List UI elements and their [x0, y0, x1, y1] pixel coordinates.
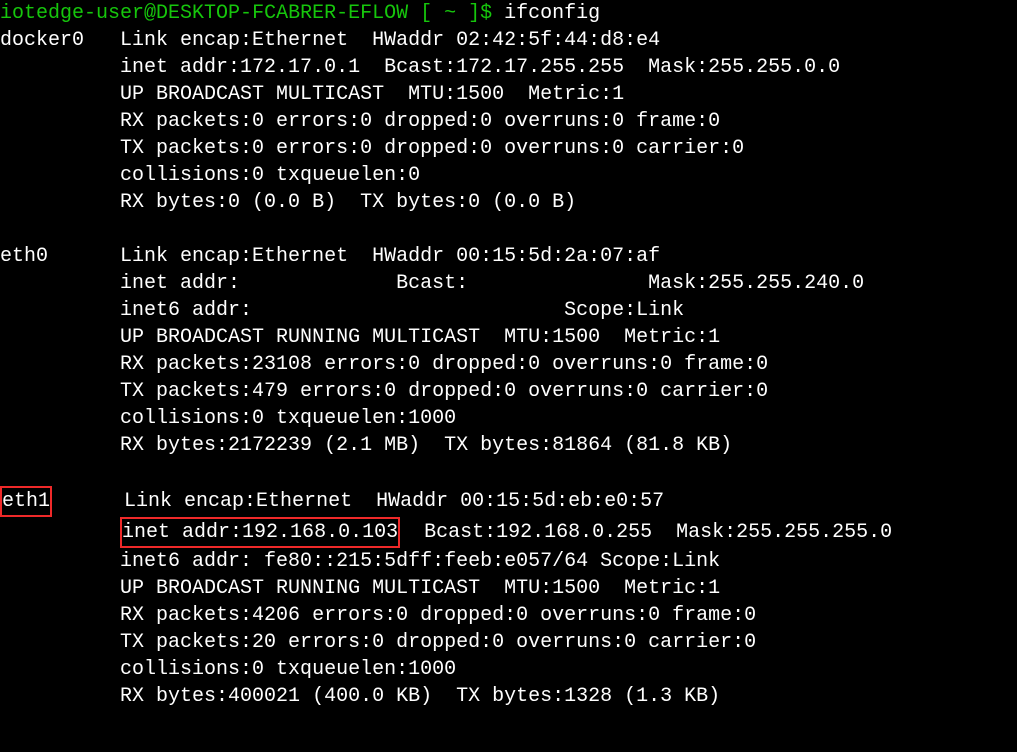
indent: [0, 83, 120, 106]
prompt-dollar: $: [480, 2, 504, 25]
eth0-coll: collisions:0 txqueuelen:1000: [120, 407, 456, 430]
eth0-inet6: inet6 addr: Scope:Link: [120, 299, 684, 322]
eth0-inet: inet addr: Bcast: Mask:255.255.240.0: [120, 272, 864, 295]
prompt-at: @: [144, 2, 156, 25]
indent: [0, 299, 120, 322]
prompt-brackets-end: ]: [456, 2, 480, 25]
docker0-inet: inet addr:172.17.0.1 Bcast:172.17.255.25…: [120, 56, 840, 79]
eth1-inet6: inet6 addr: fe80::215:5dff:feeb:e057/64 …: [120, 550, 720, 573]
eth0-link: Link encap:Ethernet HWaddr 00:15:5d:2a:0…: [120, 245, 660, 268]
indent: [0, 272, 120, 295]
docker0-bytes: RX bytes:0 (0.0 B) TX bytes:0 (0.0 B): [120, 191, 576, 214]
indent: [0, 604, 120, 627]
eth1-inet-addr: inet addr:192.168.0.103: [122, 521, 398, 544]
indent: [0, 550, 120, 573]
eth1-link: Link encap:Ethernet HWaddr 00:15:5d:eb:e…: [124, 490, 664, 513]
docker0-txpkts: TX packets:0 errors:0 dropped:0 overruns…: [120, 137, 744, 160]
eth1-inet-rest: Bcast:192.168.0.255 Mask:255.255.255.0: [400, 521, 892, 544]
indent: [0, 521, 120, 544]
iface-eth0-name: eth0: [0, 245, 48, 268]
indent: [0, 326, 120, 349]
eth0-rxpkts: RX packets:23108 errors:0 dropped:0 over…: [120, 353, 768, 376]
highlight-inet-addr: inet addr:192.168.0.103: [120, 517, 400, 548]
indent: [0, 110, 120, 133]
iface-eth1-name: eth1: [2, 490, 50, 513]
indent: [0, 164, 120, 187]
prompt-path: ~: [444, 2, 456, 25]
eth1-coll: collisions:0 txqueuelen:1000: [120, 658, 456, 681]
indent: [0, 434, 120, 457]
iface-docker0-name: docker0: [0, 29, 84, 52]
terminal-output[interactable]: iotedge-user@DESKTOP-FCABRER-EFLOW [ ~ ]…: [0, 0, 1017, 710]
indent: [0, 631, 120, 654]
eth1-rxpkts: RX packets:4206 errors:0 dropped:0 overr…: [120, 604, 756, 627]
docker0-rxpkts: RX packets:0 errors:0 dropped:0 overruns…: [120, 110, 720, 133]
docker0-coll: collisions:0 txqueuelen:0: [120, 164, 420, 187]
eth0-txpkts: TX packets:479 errors:0 dropped:0 overru…: [120, 380, 768, 403]
indent: [0, 577, 120, 600]
eth0-status: UP BROADCAST RUNNING MULTICAST MTU:1500 …: [120, 326, 720, 349]
indent: [0, 137, 120, 160]
docker0-link: Link encap:Ethernet HWaddr 02:42:5f:44:d…: [120, 29, 660, 52]
indent: [0, 191, 120, 214]
docker0-status: UP BROADCAST MULTICAST MTU:1500 Metric:1: [120, 83, 624, 106]
indent: [0, 353, 120, 376]
highlight-interface-name: eth1: [0, 486, 52, 517]
indent: [0, 407, 120, 430]
eth1-status: UP BROADCAST RUNNING MULTICAST MTU:1500 …: [120, 577, 720, 600]
eth1-bytes: RX bytes:400021 (400.0 KB) TX bytes:1328…: [120, 685, 720, 708]
prompt-host: DESKTOP-FCABRER-EFLOW: [156, 2, 408, 25]
indent: [0, 56, 120, 79]
indent: [0, 658, 120, 681]
indent: [0, 380, 120, 403]
prompt-user: iotedge-user: [0, 2, 144, 25]
prompt-brackets: [: [408, 2, 444, 25]
eth1-txpkts: TX packets:20 errors:0 dropped:0 overrun…: [120, 631, 756, 654]
command-text: ifconfig: [504, 2, 600, 25]
indent: [0, 685, 120, 708]
eth0-bytes: RX bytes:2172239 (2.1 MB) TX bytes:81864…: [120, 434, 732, 457]
